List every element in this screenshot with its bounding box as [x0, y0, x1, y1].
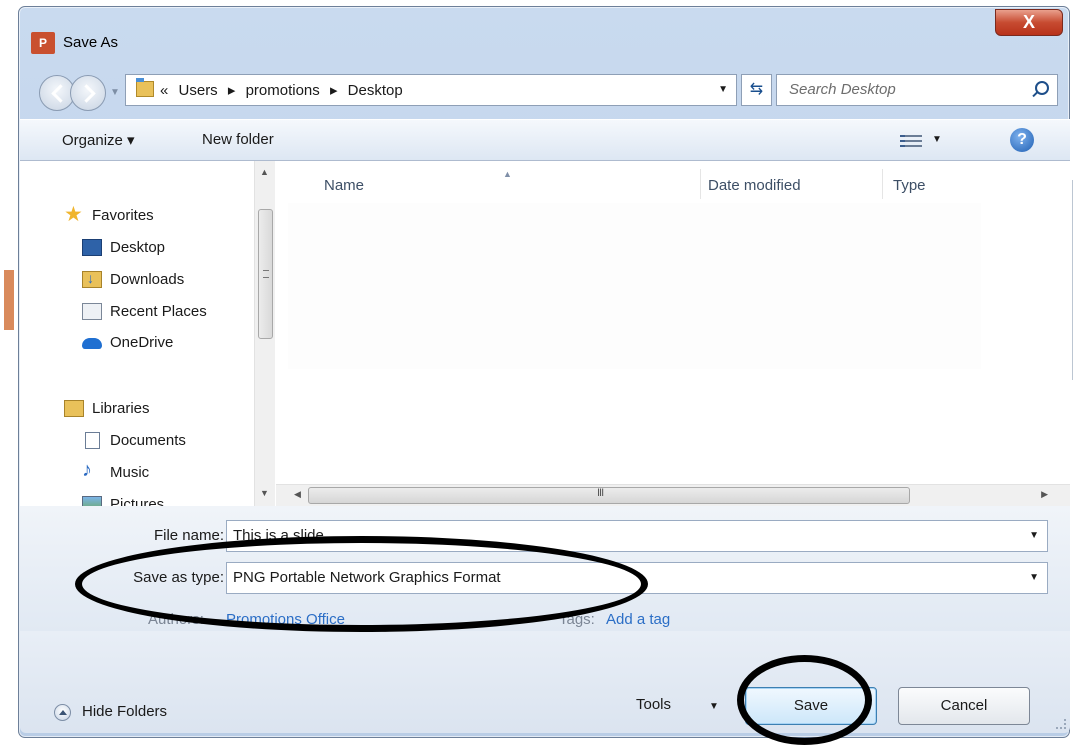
file-list-horizontal-scrollbar[interactable]: ◀ ▶: [276, 484, 1070, 506]
authors-value[interactable]: Promotions Office: [226, 611, 345, 628]
scroll-up-icon[interactable]: ▲: [260, 167, 269, 177]
navigation-pane: ★ Favorites Desktop Downloads Recent Pla…: [20, 161, 254, 506]
sidebar-item-label: OneDrive: [110, 334, 174, 351]
sidebar-item-label: Recent Places: [110, 303, 207, 320]
documents-icon: [85, 432, 100, 449]
sidebar-item-label: Desktop: [110, 239, 166, 256]
navigation-scrollbar[interactable]: ▲ ▼: [254, 161, 275, 506]
save-as-type-select[interactable]: PNG Portable Network Graphics Format ▼: [226, 562, 1048, 594]
column-divider[interactable]: [700, 169, 701, 199]
breadcrumb-users[interactable]: Users: [179, 82, 218, 99]
search-icon[interactable]: [1035, 81, 1049, 95]
breadcrumb-separator[interactable]: ▸: [228, 82, 236, 99]
help-button[interactable]: ?: [1010, 128, 1034, 152]
browser-panes: ★ Favorites Desktop Downloads Recent Pla…: [20, 161, 1070, 506]
file-list[interactable]: [288, 203, 981, 369]
scroll-left-icon[interactable]: ◀: [294, 489, 301, 500]
cancel-button[interactable]: Cancel: [898, 687, 1030, 725]
onedrive-icon: [82, 338, 102, 349]
scroll-thumb[interactable]: [258, 209, 273, 339]
recent-places-icon: [82, 303, 102, 320]
sidebar-item-label: Documents: [110, 432, 186, 449]
file-name-value: This is a slide: [233, 527, 324, 544]
file-list-pane: ▲ Name Date modified Type ◀ ▶: [276, 161, 1070, 506]
scroll-down-icon[interactable]: ▼: [260, 488, 269, 498]
tools-button[interactable]: Tools: [636, 696, 671, 713]
breadcrumb-desktop[interactable]: Desktop: [348, 82, 403, 99]
save-options: File name: This is a slide ▼ Save as typ…: [20, 506, 1070, 631]
scroll-thumb[interactable]: [308, 487, 910, 504]
star-icon: ★: [64, 203, 83, 226]
hide-folders-label: Hide Folders: [82, 703, 168, 720]
dialog-footer: Hide Folders Tools ▼ Save Cancel: [20, 631, 1070, 733]
organize-button[interactable]: Organize ▾: [62, 131, 135, 149]
libraries-icon: [64, 400, 84, 417]
powerpoint-icon: P: [31, 32, 55, 54]
title-bar[interactable]: P Save As X: [19, 7, 1069, 67]
background-window-edge: [4, 270, 14, 330]
forward-button[interactable]: [70, 75, 106, 111]
column-header-date-modified[interactable]: Date modified: [708, 177, 801, 194]
view-options-icon[interactable]: [900, 132, 922, 148]
sidebar-item-label: Libraries: [92, 400, 150, 417]
search-input[interactable]: Search Desktop: [776, 74, 1058, 106]
refresh-icon: ⇆: [749, 81, 764, 98]
window-title: Save As: [63, 34, 119, 51]
save-button[interactable]: Save: [745, 687, 877, 725]
tags-label: Tags:: [559, 611, 595, 628]
music-icon: ♪: [82, 459, 92, 481]
resize-grip[interactable]: [1056, 719, 1066, 729]
file-name-dropdown-icon[interactable]: ▼: [1029, 530, 1039, 541]
scroll-right-icon[interactable]: ▶: [1041, 489, 1048, 500]
column-header-type[interactable]: Type: [893, 177, 926, 194]
save-as-type-dropdown-icon[interactable]: ▼: [1029, 572, 1039, 583]
save-as-dialog: P Save As X ▼ « Users ▸ promotions ▸ Des…: [18, 6, 1070, 738]
refresh-button[interactable]: ⇆: [741, 74, 772, 106]
breadcrumb-promotions[interactable]: promotions: [246, 82, 320, 99]
breadcrumb-separator[interactable]: ▸: [330, 82, 338, 99]
view-dropdown-icon[interactable]: ▼: [932, 134, 942, 145]
column-header-name[interactable]: Name: [324, 177, 364, 194]
sidebar-item-label: Favorites: [92, 207, 154, 224]
sort-ascending-icon: ▲: [503, 169, 512, 179]
new-folder-button[interactable]: New folder: [202, 131, 274, 148]
address-dropdown-icon[interactable]: ▼: [718, 84, 728, 95]
folder-icon: [136, 78, 154, 97]
breadcrumb: « Users ▸ promotions ▸ Desktop: [160, 81, 409, 99]
close-button[interactable]: X: [995, 9, 1063, 36]
file-name-label: File name:: [153, 527, 224, 544]
address-bar[interactable]: « Users ▸ promotions ▸ Desktop ▼: [125, 74, 737, 106]
column-divider[interactable]: [882, 169, 883, 199]
file-name-field[interactable]: This is a slide ▼: [226, 520, 1048, 552]
authors-label: Authors:: [148, 611, 204, 628]
sidebar-item-label: Downloads: [110, 271, 185, 288]
search-placeholder: Search Desktop: [789, 81, 896, 98]
tools-dropdown-icon[interactable]: ▼: [709, 701, 719, 712]
pictures-icon: [82, 496, 102, 506]
sidebar-item-label: Music: [110, 464, 150, 481]
downloads-icon: [82, 270, 102, 288]
recent-locations-dropdown[interactable]: ▼: [110, 87, 120, 98]
breadcrumb-overflow[interactable]: «: [160, 82, 168, 99]
save-as-type-label: Save as type:: [133, 569, 224, 586]
tags-add-link[interactable]: Add a tag: [606, 611, 670, 628]
desktop-icon: [82, 239, 102, 256]
background-window-edge: [1072, 180, 1073, 380]
save-as-type-value: PNG Portable Network Graphics Format: [233, 569, 501, 586]
collapse-icon: [54, 704, 71, 721]
command-toolbar: Organize ▾ New folder ▼ ?: [20, 119, 1070, 161]
sidebar-item-label: Pictures: [110, 496, 165, 506]
